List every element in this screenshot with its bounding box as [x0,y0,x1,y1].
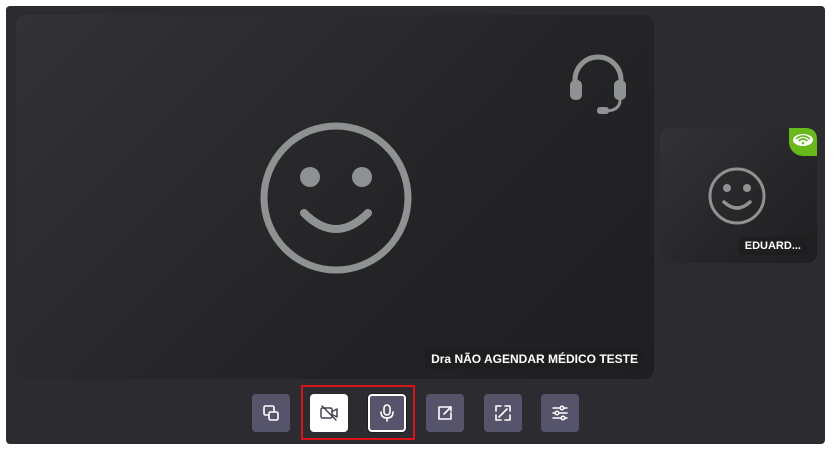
main-participant-tile[interactable]: Dra NÃO AGENDAR MÉDICO TESTE [16,15,654,379]
microphone-icon [380,404,394,422]
smiley-face-icon [708,167,766,225]
video-off-icon [320,405,338,421]
camera-toggle-button[interactable] [310,394,348,432]
fullscreen-icon [495,405,511,421]
side-participant-name: EDUARD... [738,237,807,255]
microphone-toggle-button[interactable] [368,394,406,432]
settings-button[interactable] [541,394,579,432]
smiley-face-icon [260,122,412,274]
share-screen-icon [438,406,452,420]
call-controls-toolbar [6,385,825,440]
picture-in-picture-icon [263,405,279,421]
connection-status-badge [789,128,817,156]
wifi-icon [793,134,813,146]
headset-icon [570,54,626,114]
side-participant-tile[interactable]: EDUARD... [660,128,817,263]
main-participant-name: Dra NÃO AGENDAR MÉDICO TESTE [425,349,644,369]
fullscreen-button[interactable] [484,394,522,432]
video-call-window: Dra NÃO AGENDAR MÉDICO TESTE EDUARD... [6,6,825,444]
sliders-icon [552,405,568,421]
picture-in-picture-button[interactable] [252,394,290,432]
share-screen-button[interactable] [426,394,464,432]
